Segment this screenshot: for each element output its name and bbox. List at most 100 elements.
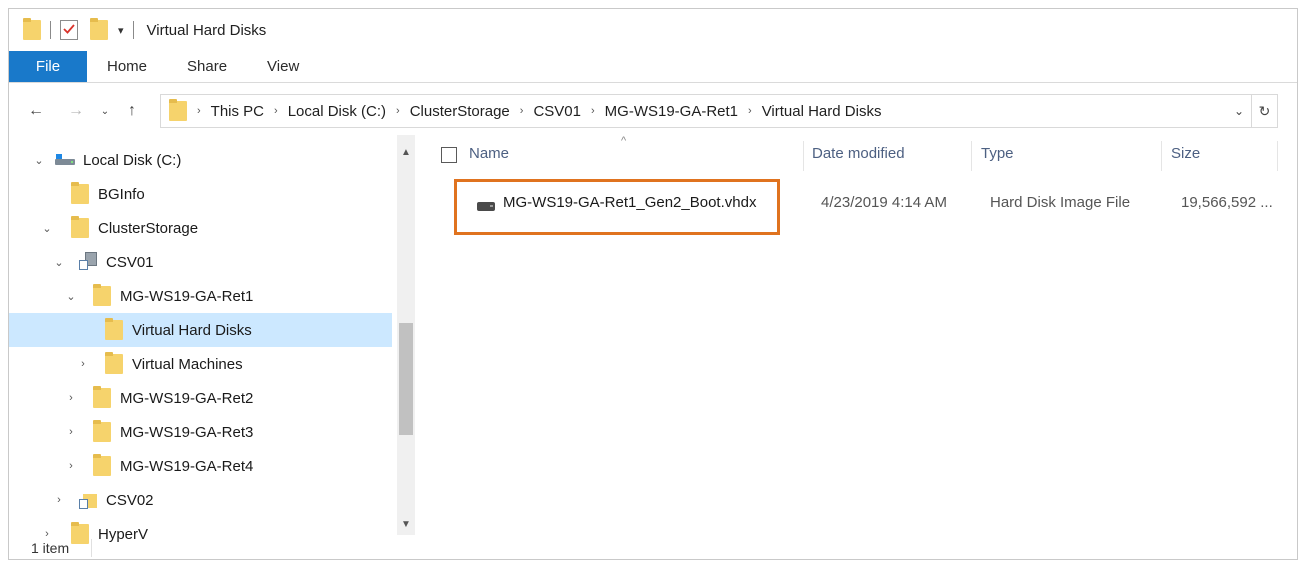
navigation-pane: ⌄ Local Disk (C:) BGInfo ⌄ ClusterStorag… <box>9 135 415 544</box>
tree-item-local-disk[interactable]: ⌄ Local Disk (C:) <box>9 143 392 177</box>
customize-toolbar-dropdown-icon[interactable]: ▾ <box>118 24 124 37</box>
tree-item-mg-ws19-ga-ret2[interactable]: › MG-WS19-GA-Ret2 <box>9 381 392 415</box>
ribbon-tabs: File Home Share View <box>9 51 1297 83</box>
window-title: Virtual Hard Disks <box>146 21 267 39</box>
chevron-down-icon[interactable]: ⌄ <box>31 154 47 167</box>
breadcrumb-csv01[interactable]: CSV01 <box>533 103 581 120</box>
folder-icon <box>93 420 111 442</box>
tab-view[interactable]: View <box>247 51 319 82</box>
new-folder-icon[interactable] <box>90 18 108 40</box>
address-bar[interactable]: › This PC › Local Disk (C:) › ClusterSto… <box>160 94 1278 128</box>
item-count: 1 item <box>31 540 70 556</box>
tree-item-label: MG-WS19-GA-Ret4 <box>120 457 254 475</box>
folder-icon[interactable] <box>23 18 41 40</box>
breadcrumb-separator-icon[interactable]: › <box>396 105 400 117</box>
breadcrumb-separator-icon[interactable]: › <box>274 105 278 117</box>
scrollbar-thumb[interactable] <box>399 323 413 435</box>
column-header-date-modified[interactable]: Date modified <box>812 145 905 162</box>
cluster-volume-icon <box>79 252 97 272</box>
tree-item-csv02[interactable]: › CSV02 <box>9 483 392 517</box>
scroll-up-icon[interactable]: ▲ <box>397 143 415 161</box>
file-name[interactable]: MG-WS19-GA-Ret1_Gen2_Boot.vhdx <box>503 194 756 211</box>
tree-item-label: CSV01 <box>106 253 154 271</box>
refresh-icon[interactable]: ↻ <box>1251 95 1277 127</box>
tab-file[interactable]: File <box>9 51 87 82</box>
toolbar-separator <box>132 21 134 39</box>
breadcrumb-separator-icon[interactable]: › <box>591 105 595 117</box>
breadcrumb-virtual-hard-disks[interactable]: Virtual Hard Disks <box>762 103 882 120</box>
tree-item-label: MG-WS19-GA-Ret3 <box>120 423 254 441</box>
chevron-down-icon[interactable]: ⌄ <box>51 256 67 269</box>
toolbar-separator <box>50 21 51 39</box>
cluster-volume-icon <box>79 490 97 510</box>
column-divider[interactable] <box>971 141 972 171</box>
column-header-type[interactable]: Type <box>981 145 1014 162</box>
forward-arrow-icon[interactable]: → <box>63 98 89 124</box>
status-bar: 1 item <box>9 535 1297 559</box>
column-divider[interactable] <box>1161 141 1162 171</box>
chevron-right-icon[interactable]: › <box>51 494 67 506</box>
file-explorer-window: ▾ Virtual Hard Disks File Home Share Vie… <box>8 8 1298 560</box>
address-row: ← → ⌄ ↑ › This PC › Local Disk (C:) › Cl… <box>9 94 1297 128</box>
up-arrow-icon[interactable]: ↑ <box>119 98 145 124</box>
address-history-dropdown-icon[interactable]: ⌄ <box>1227 104 1251 118</box>
folder-icon <box>93 284 111 306</box>
tree-item-mg-ws19-ga-ret1[interactable]: ⌄ MG-WS19-GA-Ret1 <box>9 279 392 313</box>
chevron-down-icon[interactable]: ⌄ <box>39 222 55 235</box>
recent-locations-chevron-icon[interactable]: ⌄ <box>97 98 113 124</box>
breadcrumb-mg-ws19-ga-ret1[interactable]: MG-WS19-GA-Ret1 <box>605 103 738 120</box>
hard-disk-image-icon <box>477 202 495 211</box>
tree-item-virtual-machines[interactable]: › Virtual Machines <box>9 347 392 381</box>
folder-icon <box>105 318 123 340</box>
chevron-down-icon[interactable]: ⌄ <box>63 290 79 303</box>
file-list-pane: ^ Name Date modified Type Size MG-WS19-G… <box>423 135 1297 535</box>
tree-item-label: BGInfo <box>98 185 145 203</box>
select-all-checkbox[interactable] <box>441 147 457 163</box>
folder-icon <box>93 454 111 476</box>
breadcrumb-separator-icon[interactable]: › <box>748 105 752 117</box>
tab-share[interactable]: Share <box>167 51 247 82</box>
tree-item-label: Local Disk (C:) <box>83 151 182 169</box>
drive-icon <box>55 154 75 166</box>
chevron-right-icon[interactable]: › <box>63 426 79 438</box>
folder-icon <box>93 386 111 408</box>
folder-tree: ⌄ Local Disk (C:) BGInfo ⌄ ClusterStorag… <box>9 135 397 544</box>
tree-item-label: Virtual Hard Disks <box>132 321 252 339</box>
column-divider[interactable] <box>803 141 804 171</box>
breadcrumb-separator-icon[interactable]: › <box>197 105 201 117</box>
tree-item-label: Virtual Machines <box>132 355 243 373</box>
status-divider <box>91 539 92 557</box>
tree-item-label: MG-WS19-GA-Ret1 <box>120 287 254 305</box>
navigation-scrollbar[interactable]: ▲ ▼ <box>397 135 415 535</box>
tree-item-csv01[interactable]: ⌄ CSV01 <box>9 245 392 279</box>
folder-icon <box>105 352 123 374</box>
breadcrumb-this-pc[interactable]: This PC <box>211 103 264 120</box>
tree-item-label: MG-WS19-GA-Ret2 <box>120 389 254 407</box>
folder-icon <box>71 182 89 204</box>
column-header-row: ^ Name Date modified Type Size <box>423 135 1297 175</box>
properties-icon[interactable] <box>60 20 78 40</box>
back-arrow-icon[interactable]: ← <box>23 98 49 124</box>
tree-item-virtual-hard-disks[interactable]: Virtual Hard Disks <box>9 313 392 347</box>
chevron-right-icon[interactable]: › <box>63 392 79 404</box>
tree-item-mg-ws19-ga-ret3[interactable]: › MG-WS19-GA-Ret3 <box>9 415 392 449</box>
column-divider[interactable] <box>1277 141 1278 171</box>
tree-item-label: ClusterStorage <box>98 219 199 237</box>
breadcrumb-clusterstorage[interactable]: ClusterStorage <box>410 103 510 120</box>
folder-icon <box>71 216 89 238</box>
scroll-down-icon[interactable]: ▼ <box>397 515 415 533</box>
column-header-size[interactable]: Size <box>1171 145 1200 162</box>
breadcrumb-separator-icon[interactable]: › <box>520 105 524 117</box>
file-date-modified: 4/23/2019 4:14 AM <box>821 194 947 211</box>
tree-item-clusterstorage[interactable]: ⌄ ClusterStorage <box>9 211 392 245</box>
tree-item-bginfo[interactable]: BGInfo <box>9 177 392 211</box>
breadcrumb-local-disk[interactable]: Local Disk (C:) <box>288 103 386 120</box>
chevron-right-icon[interactable]: › <box>75 358 91 370</box>
tab-home[interactable]: Home <box>87 51 167 82</box>
column-header-name[interactable]: Name <box>469 145 509 162</box>
chevron-right-icon[interactable]: › <box>63 460 79 472</box>
tree-item-mg-ws19-ga-ret4[interactable]: › MG-WS19-GA-Ret4 <box>9 449 392 483</box>
tree-item-label: CSV02 <box>106 491 154 509</box>
title-bar: ▾ Virtual Hard Disks <box>9 9 1297 51</box>
file-size: 19,566,592 ... <box>1181 194 1273 211</box>
